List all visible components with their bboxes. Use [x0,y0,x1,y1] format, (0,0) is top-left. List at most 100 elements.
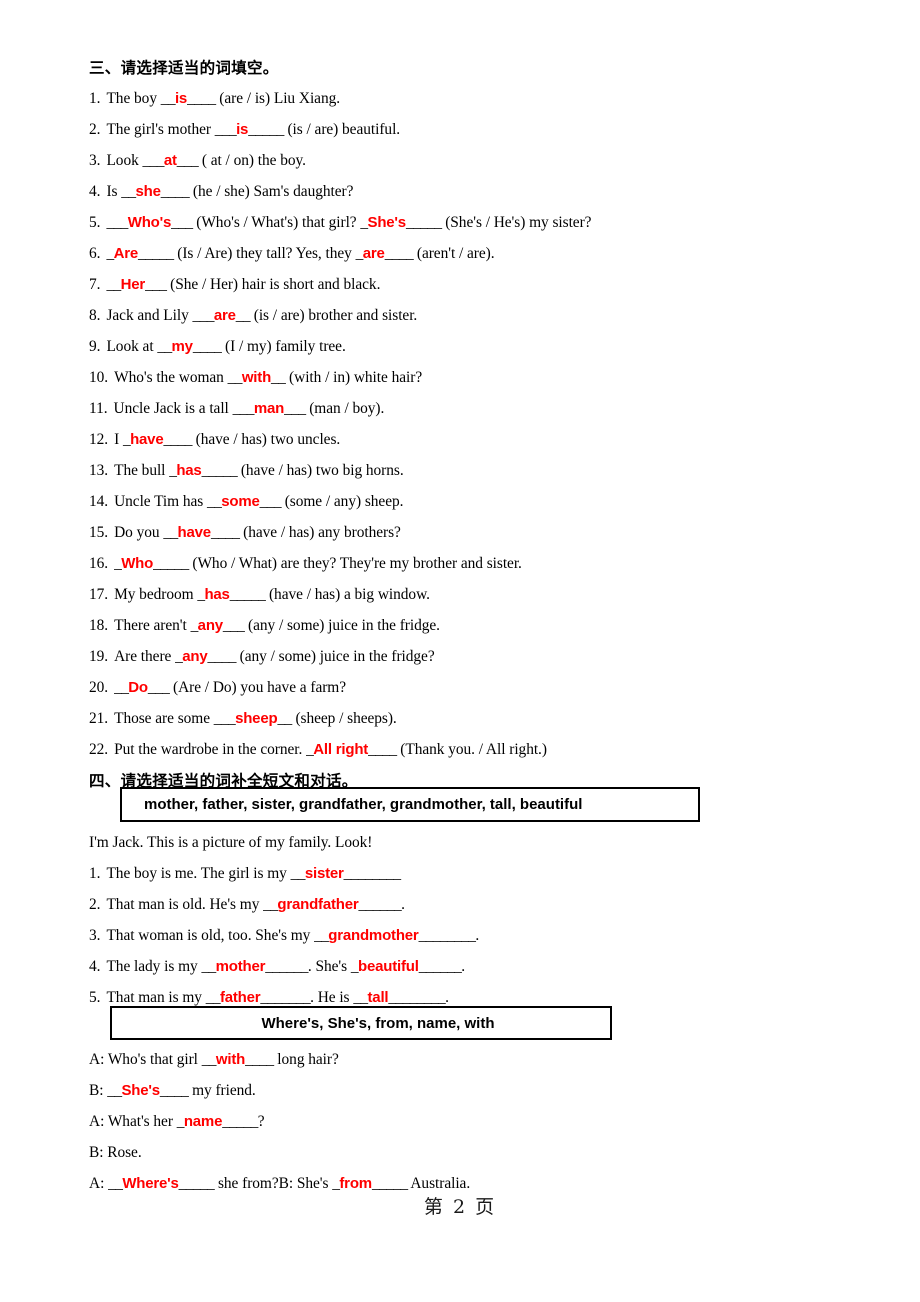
blank-lead: __ [121,183,136,200]
blank-lead: __ [314,927,329,944]
blank-trail: _____ [248,121,284,138]
blank-trail: ___ [171,214,193,231]
q-text-post: (he / she) Sam's daughter? [189,183,354,200]
section-3-heading: 三、请选择适当的词填空。 [89,58,279,77]
question-row: 16. _Who_____ (Who / What) are they? They… [89,548,889,579]
blank-lead: __ [106,276,121,293]
q-number: 11. [89,400,108,417]
q-text-post: (Who / What) are they? They're my brothe… [188,555,522,572]
q-number: 15. [89,524,109,541]
q-text-pre: My bedroom [114,586,198,603]
answer-text: have [130,431,164,448]
question-row: 13. The bull _has_____ (have / has) two b… [89,455,889,486]
q-text-post: (have / has) two big horns. [237,462,404,479]
blank-trail-2: _____ [371,1175,408,1192]
q-text-post: she from?B: She's [214,1175,329,1192]
q-number: 5. [89,214,101,231]
q-text-post: long hair? [273,1051,339,1068]
q-text-post: (any / some) juice in the fridge. [244,617,440,634]
q-text-pre: Rose. [103,1144,142,1161]
blank-trail: ___ [176,152,199,169]
blank-lead: _ [190,617,199,634]
q-text-pre: Look at [106,338,158,355]
question-row: 8. Jack and Lily ___are__ (is / are) brot… [89,300,889,331]
q-number: 4. [89,958,101,975]
answer-text: sister [304,865,344,882]
blank-trail: ____ [187,90,216,107]
answer-text: is [174,90,188,107]
blank-lead: ___ [192,307,215,324]
q-text-post: . [475,927,480,944]
q-text-pre: Is [106,183,122,200]
answer-text: with [215,1051,246,1068]
answer-text-2: are [362,245,385,262]
blank-trail: ______ [358,896,402,913]
q-text-post: (I / my) family tree. [221,338,346,355]
blank-trail: _______ [260,989,311,1006]
blank-lead: __ [290,865,306,882]
q-text-post-2: (aren't / are). [413,245,495,262]
blank-lead: _ [122,431,131,448]
question-row: 5. ___Who's___ (Who's / What's) that girl… [89,207,889,238]
answer-text: has [176,462,202,479]
q-text-pre: The girl's mother [106,121,215,138]
answer-text: Her [120,276,146,293]
dialogue-speaker: A: [89,1113,105,1130]
blank-lead: _ [106,245,114,262]
answer-text: Who's [127,214,172,231]
blank-trail: __ [235,307,251,324]
word-bank-1-text: mother, father, sister, grandfather, gra… [144,796,583,813]
answer-text: are [213,307,236,324]
question-row: 4. Is __she____ (he / she) Sam's daughter… [89,176,889,207]
dialogue-row: B: __She's____ my friend. [89,1075,889,1106]
q-number: 18. [89,617,109,634]
blank-trail: __ [277,710,292,727]
worksheet-page: 三、请选择适当的词填空。 1. The boy __is____ (are / i… [0,0,920,1302]
q-text-post: ( at / on) the boy. [198,152,306,169]
q-text-post: (Is / Are) they tall? Yes, they [173,245,352,262]
word-bank-box-2: Where's, She's, from, name, with [110,1006,612,1040]
q-text-pre: There aren't [114,617,191,634]
q-text-pre: What's her [104,1113,177,1130]
blank-trail: ____ [159,1082,189,1099]
answer-text: is [236,121,249,138]
q-number: 5. [89,989,101,1006]
answer-text: name [183,1113,223,1130]
answer-text: has [204,586,230,603]
dialogue-row: A: Who's that girl __with____ long hair? [89,1044,889,1075]
q-number: 2. [89,121,101,138]
answer-text: have [177,524,212,541]
q-text-post-2: . [445,989,449,1006]
blank-trail: ___ [147,679,170,696]
q-number: 7. [89,276,101,293]
blank-lead: __ [201,958,216,975]
blank-lead-2: _ [350,958,359,975]
word-bank-box-1: mother, father, sister, grandfather, gra… [120,787,700,822]
q-text-post: (is / are) beautiful. [283,121,401,138]
blank-trail: ____ [160,183,190,200]
blank-lead-2: _ [360,214,368,231]
dialogue-speaker: B: [89,1144,104,1161]
blank-lead: __ [207,493,222,510]
question-row: 14. Uncle Tim has __some___ (some / any) … [89,486,889,517]
question-row: 17. My bedroom _has_____ (have / has) a b… [89,579,889,610]
q-text-pre: Do you [114,524,164,541]
blank-lead: __ [205,989,221,1006]
question-row: 12. I _have____ (have / has) two uncles. [89,424,889,455]
q-text-post: (is / are) brother and sister. [249,307,418,324]
q-number: 12. [89,431,109,448]
answer-text: Are [113,245,139,262]
q-number: 6. [89,245,101,262]
blank-trail: ________ [343,865,401,882]
q-text-post: (any / some) juice in the fridge? [235,648,435,665]
answer-text-2: beautiful [358,958,419,975]
q-text-post: my friend. [188,1082,256,1099]
q-text-pre: Uncle Tim has [114,493,208,510]
q-text-pre: That woman is old, too. She's my [106,927,315,944]
blank-trail: _____ [178,1175,215,1192]
q-number: 2. [89,896,101,913]
answer-text: Do [128,679,148,696]
passage-row: 2. That man is old. He's my __grandfather… [89,889,889,920]
blank-lead: __ [227,369,243,386]
question-row: 10. Who's the woman __with__ (with / in) … [89,362,889,393]
